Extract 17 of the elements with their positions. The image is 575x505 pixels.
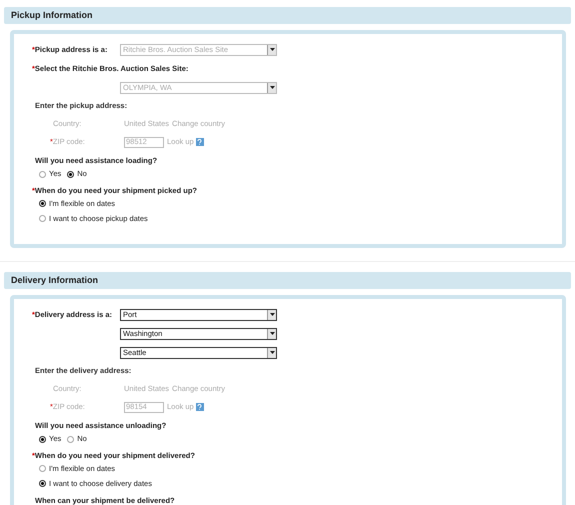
radio-button[interactable] bbox=[39, 480, 46, 487]
section-header: Pickup Information bbox=[4, 7, 571, 24]
help-icon[interactable] bbox=[196, 403, 204, 411]
caret-icon bbox=[267, 310, 276, 320]
caret-icon bbox=[267, 44, 276, 54]
radio-button[interactable] bbox=[67, 436, 74, 442]
caret-icon bbox=[267, 348, 276, 358]
radio-button[interactable] bbox=[39, 215, 46, 222]
caret-icon bbox=[267, 82, 276, 92]
radio-button[interactable] bbox=[39, 170, 46, 178]
radio-button[interactable] bbox=[67, 170, 74, 178]
help-icon[interactable] bbox=[196, 138, 204, 146]
radio-button[interactable] bbox=[39, 436, 46, 442]
section-header: Delivery Information bbox=[4, 272, 571, 289]
radio-button[interactable] bbox=[39, 200, 46, 207]
radio-button[interactable] bbox=[39, 465, 46, 472]
caret-icon bbox=[267, 328, 276, 338]
